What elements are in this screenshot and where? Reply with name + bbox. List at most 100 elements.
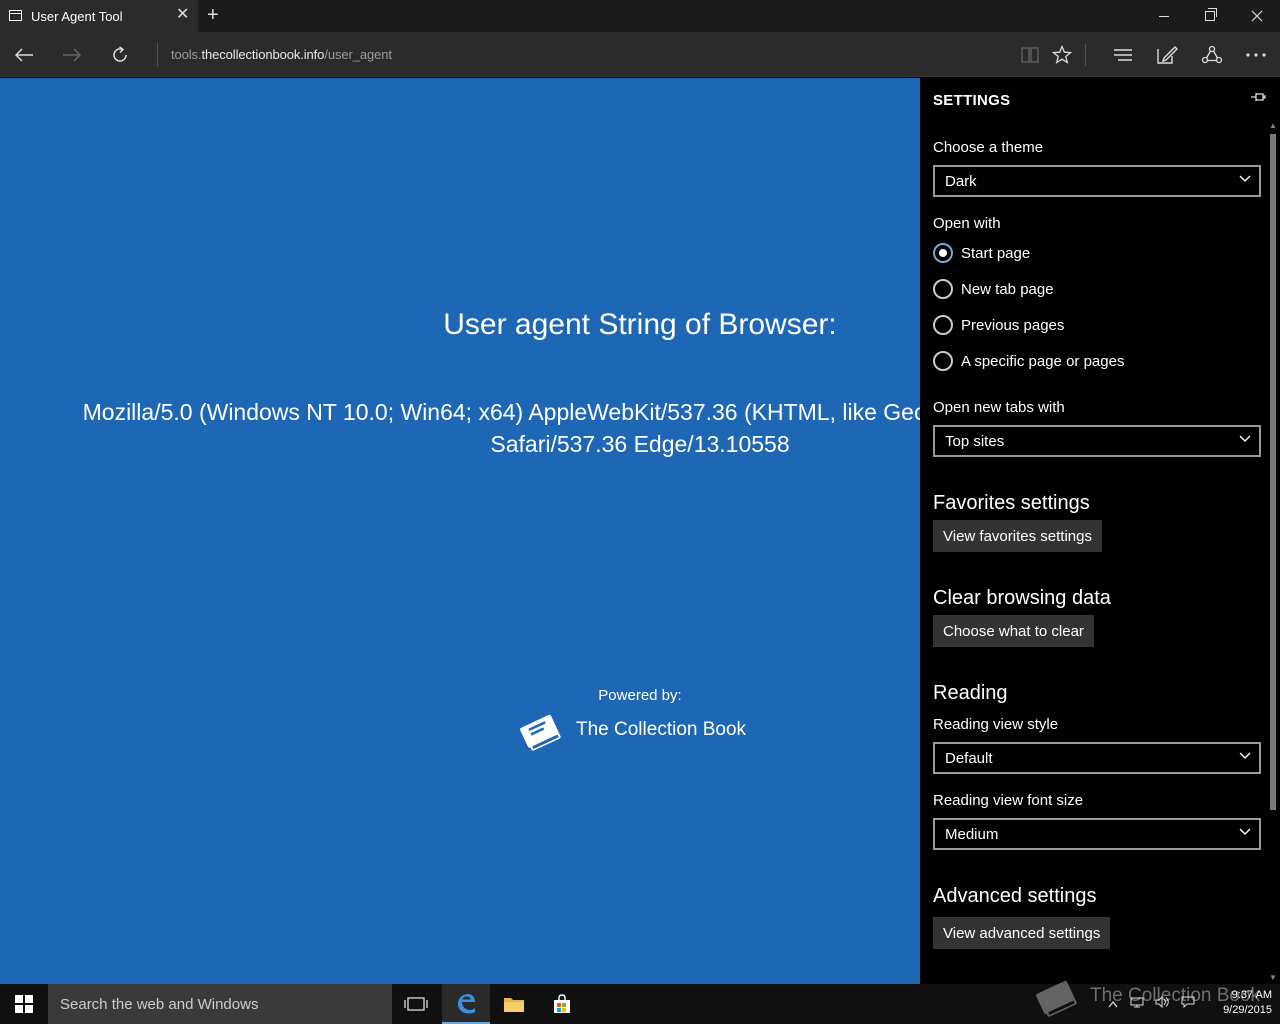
file-explorer-button[interactable]: [490, 984, 538, 1024]
tab-close-icon[interactable]: ✕: [176, 7, 189, 23]
reading-font-select[interactable]: Medium: [933, 818, 1261, 850]
brand-link[interactable]: The Collection Book: [514, 706, 746, 754]
radio-new-tab-page[interactable]: New tab page: [933, 279, 1054, 299]
taskbar: Search the web and Windows The Collectio…: [0, 980, 1280, 1024]
hub-icon: [1114, 49, 1132, 61]
close-icon: [1251, 10, 1263, 22]
clock-time: 9:37 AM: [1231, 989, 1272, 1001]
chevron-down-icon: [1239, 828, 1251, 835]
new-tab-button[interactable]: +: [207, 4, 219, 26]
forward-button[interactable]: [57, 40, 87, 70]
chevron-up-icon[interactable]: [1108, 1000, 1118, 1008]
search-placeholder: Search the web and Windows: [60, 996, 259, 1013]
address-divider: [157, 43, 158, 67]
brand-name: The Collection Book: [576, 719, 747, 740]
navigation-bar: tools.thecollectionbook.info/user_agent: [0, 32, 1280, 77]
clear-data-heading: Clear browsing data: [933, 587, 1111, 609]
chevron-down-icon: [1239, 175, 1251, 182]
network-icon[interactable]: [1130, 996, 1144, 1008]
settings-pane: SETTINGS Choose a theme Dark Open with S…: [920, 78, 1280, 984]
reading-style-select[interactable]: Default: [933, 742, 1261, 774]
web-page-content: User agent String of Browser: Mozilla/5.…: [0, 78, 920, 984]
web-note-button[interactable]: [1152, 40, 1182, 70]
restore-icon: [1205, 8, 1217, 21]
settings-scrollbar[interactable]: ▲ ▼: [1269, 122, 1277, 984]
refresh-button[interactable]: [105, 40, 135, 70]
back-button[interactable]: [9, 40, 39, 70]
address-bar[interactable]: tools.thecollectionbook.info/user_agent: [171, 47, 392, 62]
reading-style-label: Reading view style: [933, 716, 1059, 733]
share-icon: [1201, 45, 1223, 64]
favorites-heading: Favorites settings: [933, 492, 1090, 514]
notifications-icon[interactable]: [1181, 996, 1195, 1009]
system-tray[interactable]: [1108, 995, 1195, 1011]
view-favorites-settings-button[interactable]: View favorites settings: [933, 520, 1102, 552]
new-tabs-label: Open new tabs with: [933, 399, 1065, 416]
radio-previous-pages[interactable]: Previous pages: [933, 315, 1064, 335]
settings-title: SETTINGS: [933, 92, 1011, 109]
radio-button: [933, 315, 953, 335]
star-icon: [1052, 45, 1072, 64]
back-arrow-icon: [14, 48, 33, 62]
radio-specific-pages[interactable]: A specific page or pages: [933, 351, 1124, 371]
tab-title: User Agent Tool: [31, 9, 123, 24]
more-actions-button[interactable]: [1241, 40, 1271, 70]
theme-select-value: Dark: [945, 173, 977, 190]
reading-font-value: Medium: [945, 826, 999, 843]
more-icon: [1246, 53, 1266, 57]
clock[interactable]: 9:37 AM 9/29/2015: [1208, 988, 1272, 1018]
radio-start-page[interactable]: Start page: [933, 243, 1030, 263]
theme-select[interactable]: Dark: [933, 165, 1261, 197]
radio-label: Start page: [961, 244, 1031, 262]
share-button[interactable]: [1197, 40, 1227, 70]
new-tabs-select-value: Top sites: [945, 433, 1005, 450]
favorite-button[interactable]: [1047, 40, 1077, 70]
minimize-button[interactable]: [1141, 0, 1187, 32]
book-logo-icon: [520, 714, 561, 751]
reading-heading: Reading: [933, 682, 1008, 704]
pin-pane-button[interactable]: [1250, 90, 1266, 106]
choose-what-to-clear-button[interactable]: Choose what to clear: [933, 615, 1094, 647]
chevron-down-icon: [1239, 435, 1251, 442]
edge-icon: [458, 994, 475, 1014]
user-agent-string: Mozilla/5.0 (Windows NT 10.0; Win64; x64…: [82, 399, 920, 457]
reading-view-button[interactable]: [1015, 40, 1045, 70]
volume-icon[interactable]: [1155, 995, 1169, 1009]
view-advanced-settings-button[interactable]: View advanced settings: [933, 917, 1111, 949]
edge-taskbar-button[interactable]: [442, 984, 490, 1024]
forward-arrow-icon: [63, 48, 82, 62]
new-tabs-select[interactable]: Top sites: [933, 425, 1261, 457]
store-bag-icon: [554, 994, 570, 1013]
windows-logo-icon: [15, 995, 33, 1013]
radio-label: Previous pages: [961, 316, 1065, 334]
radio-label: A specific page or pages: [961, 352, 1125, 370]
radio-label: New tab page: [961, 280, 1054, 298]
advanced-heading: Advanced settings: [933, 885, 1097, 907]
clock-date: 9/29/2015: [1223, 1004, 1272, 1016]
title-bar: User Agent Tool ✕ +: [0, 0, 1280, 32]
hub-button[interactable]: [1108, 40, 1138, 70]
radio-button-checked: [933, 243, 953, 263]
store-button[interactable]: [538, 984, 586, 1024]
radio-button: [933, 351, 953, 371]
reading-view-icon: [1021, 47, 1039, 63]
address-path: /user_agent: [324, 47, 392, 62]
page-heading: User agent String of Browser:: [443, 308, 837, 341]
scroll-down-icon[interactable]: ▼: [1269, 974, 1277, 982]
address-domain: thecollectionbook.info: [201, 47, 325, 62]
radio-button: [933, 279, 953, 299]
start-button[interactable]: [0, 984, 48, 1024]
folder-icon: [504, 998, 524, 1012]
reading-font-label: Reading view font size: [933, 792, 1084, 809]
browser-tab[interactable]: User Agent Tool ✕: [0, 0, 198, 32]
taskbar-search-box[interactable]: Search the web and Windows: [48, 984, 392, 1024]
task-view-button[interactable]: [392, 984, 440, 1024]
web-note-icon: [1157, 46, 1178, 64]
close-window-button[interactable]: [1234, 0, 1280, 32]
book-logo-icon: [1036, 980, 1077, 1017]
restore-button[interactable]: [1187, 0, 1233, 32]
scroll-thumb[interactable]: [1270, 134, 1276, 810]
toolbar-divider: [1085, 44, 1086, 66]
theme-label: Choose a theme: [933, 139, 1044, 156]
scroll-up-icon[interactable]: ▲: [1269, 122, 1277, 130]
